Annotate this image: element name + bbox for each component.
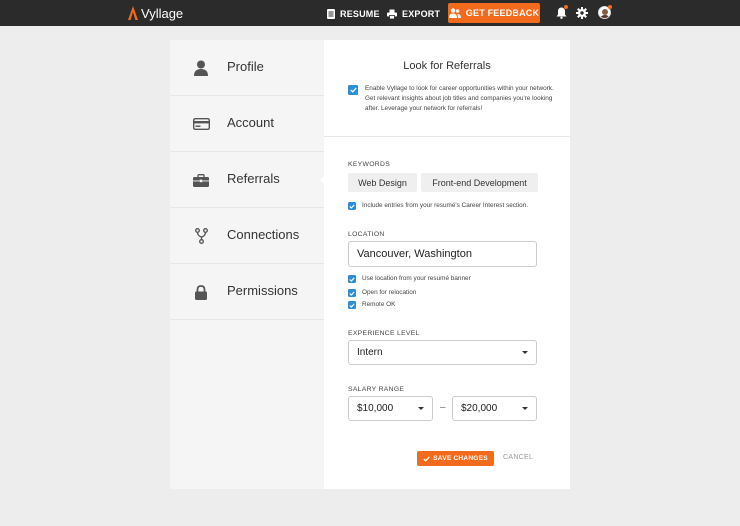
save-changes-button[interactable]: SAVE CHANGES (417, 451, 494, 466)
experience-level-value: Intern (357, 347, 383, 358)
sidebar-item-label: Referrals (227, 171, 280, 186)
resume-link[interactable]: RESUME (327, 7, 380, 20)
settings-button[interactable] (575, 6, 589, 20)
keywords-label: KEYWORDS (348, 161, 391, 168)
chevron-down-icon (418, 407, 424, 410)
experience-level-label: EXPERIENCE LEVEL (348, 330, 420, 337)
open-relocation-label: Open for relocation (362, 289, 417, 296)
use-location-option: Use location from your resumé banner (348, 274, 548, 284)
remote-ok-option: Remote OK (348, 300, 548, 310)
document-icon (327, 8, 335, 19)
printer-icon (387, 9, 397, 19)
users-icon (448, 8, 461, 18)
checkmark-icon (349, 276, 355, 282)
salary-max-select[interactable]: $20,000 (452, 396, 537, 421)
briefcase-icon (192, 171, 210, 189)
salary-max-value: $20,000 (461, 403, 498, 414)
keyword-chip[interactable]: Front-end Development (421, 173, 538, 192)
salary-min-select[interactable]: $10,000 (348, 396, 433, 421)
checkmark-icon (349, 302, 355, 308)
salary-min-value: $10,000 (357, 403, 394, 414)
credit-card-icon (192, 115, 210, 133)
keyword-chip[interactable]: Web Design (348, 173, 417, 192)
include-entries-option: Include entries from your resumé's Caree… (348, 201, 548, 211)
sidebar-item-label: Permissions (227, 283, 298, 298)
salary-range-label: SALARY RANGE (348, 386, 405, 393)
export-label: EXPORT (402, 8, 441, 19)
sidebar-item-account[interactable]: Account (170, 96, 324, 152)
vyllage-logo-icon (128, 6, 138, 20)
get-feedback-label: GET FEEDBACK (465, 8, 540, 18)
checkmark-icon (349, 203, 355, 209)
location-label: LOCATION (348, 231, 385, 238)
enable-referrals-checkbox[interactable] (348, 85, 358, 95)
referrals-panel: Look for Referrals Enable Vyllage to loo… (324, 40, 570, 489)
open-relocation-option: Open for relocation (348, 288, 548, 298)
sidebar-item-connections[interactable]: Connections (170, 208, 324, 264)
sidebar-item-profile[interactable]: Profile (170, 40, 324, 96)
lock-icon (192, 283, 210, 301)
chevron-down-icon (522, 407, 528, 410)
notification-dot (564, 5, 568, 9)
enable-referrals-description: Enable Vyllage to look for career opport… (365, 85, 554, 112)
page-title: Look for Referrals (403, 60, 491, 72)
export-link[interactable]: EXPORT (387, 7, 440, 20)
get-feedback-button[interactable]: GET FEEDBACK (448, 3, 540, 23)
cancel-button[interactable]: CANCEL (503, 454, 533, 461)
sidebar-item-label: Connections (227, 227, 300, 242)
save-changes-label: SAVE CHANGES (433, 455, 488, 462)
remote-ok-checkbox[interactable] (348, 301, 356, 309)
checkmark-icon (349, 87, 357, 93)
sidebar-item-permissions[interactable]: Permissions (170, 264, 324, 320)
checkmark-icon (423, 456, 430, 462)
app-name: Vyllage (141, 5, 184, 21)
experience-level-select[interactable]: Intern (348, 340, 537, 365)
location-input[interactable]: Vancouver, Washington (348, 241, 537, 267)
open-relocation-checkbox[interactable] (348, 289, 356, 297)
avatar-status-dot (608, 5, 612, 9)
resume-label: RESUME (340, 8, 380, 19)
top-bar: Vyllage RESUME EXPORT GET FEEDBACK (0, 0, 740, 26)
gear-icon (576, 7, 588, 19)
fork-icon (192, 227, 210, 245)
settings-sidebar: Profile Account Referrals Connections Pe… (170, 40, 325, 489)
include-entries-label: Include entries from your resumé's Caree… (362, 202, 529, 209)
use-location-checkbox[interactable] (348, 275, 356, 283)
chevron-down-icon (522, 351, 528, 354)
salary-range-separator: – (440, 402, 446, 413)
sidebar-item-label: Account (227, 115, 274, 130)
person-icon (192, 59, 210, 77)
sidebar-item-label: Profile (227, 59, 264, 74)
app-logo[interactable]: Vyllage (128, 5, 183, 21)
divider (324, 136, 570, 137)
use-location-label: Use location from your resumé banner (362, 275, 471, 282)
checkmark-icon (349, 290, 355, 296)
sidebar-item-referrals[interactable]: Referrals (170, 152, 325, 208)
remote-ok-label: Remote OK (362, 301, 396, 308)
include-entries-checkbox[interactable] (348, 202, 356, 210)
